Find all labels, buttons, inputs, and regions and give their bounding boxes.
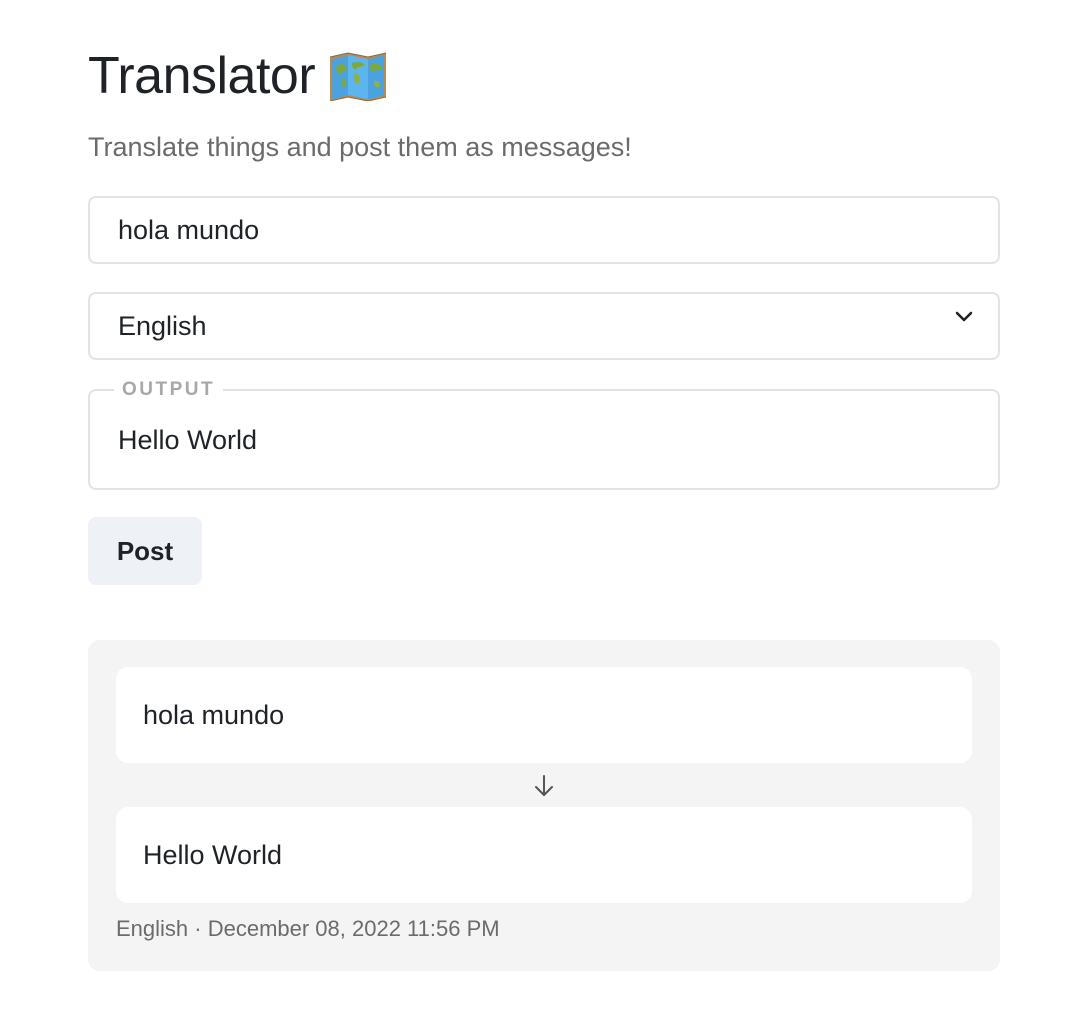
page-title-text: Translator — [88, 47, 316, 105]
chevron-down-icon — [954, 306, 974, 326]
output-text: Hello World — [118, 425, 258, 455]
page-title: Translator — [88, 44, 387, 108]
output-label: OUTPUT — [114, 379, 224, 401]
message-translation-text: Hello World — [116, 807, 972, 903]
world-map-icon — [329, 51, 387, 102]
message-source-text: hola mundo — [116, 667, 972, 763]
message-card: hola mundo Hello World English · Decembe… — [88, 640, 1000, 971]
post-button[interactable]: Post — [88, 517, 202, 585]
language-select-value: English — [118, 310, 207, 341]
page-subtitle: Translate things and post them as messag… — [88, 132, 632, 162]
source-text-input[interactable] — [90, 198, 998, 262]
language-select[interactable]: English — [88, 292, 1000, 360]
source-text-field[interactable] — [88, 196, 1000, 264]
message-meta: English · December 08, 2022 11:56 PM — [116, 916, 500, 941]
arrow-down-icon — [533, 774, 555, 798]
translator-page: Translator Translate things and post the… — [0, 0, 1088, 1024]
output-fieldset: OUTPUT Hello World — [88, 379, 1000, 490]
